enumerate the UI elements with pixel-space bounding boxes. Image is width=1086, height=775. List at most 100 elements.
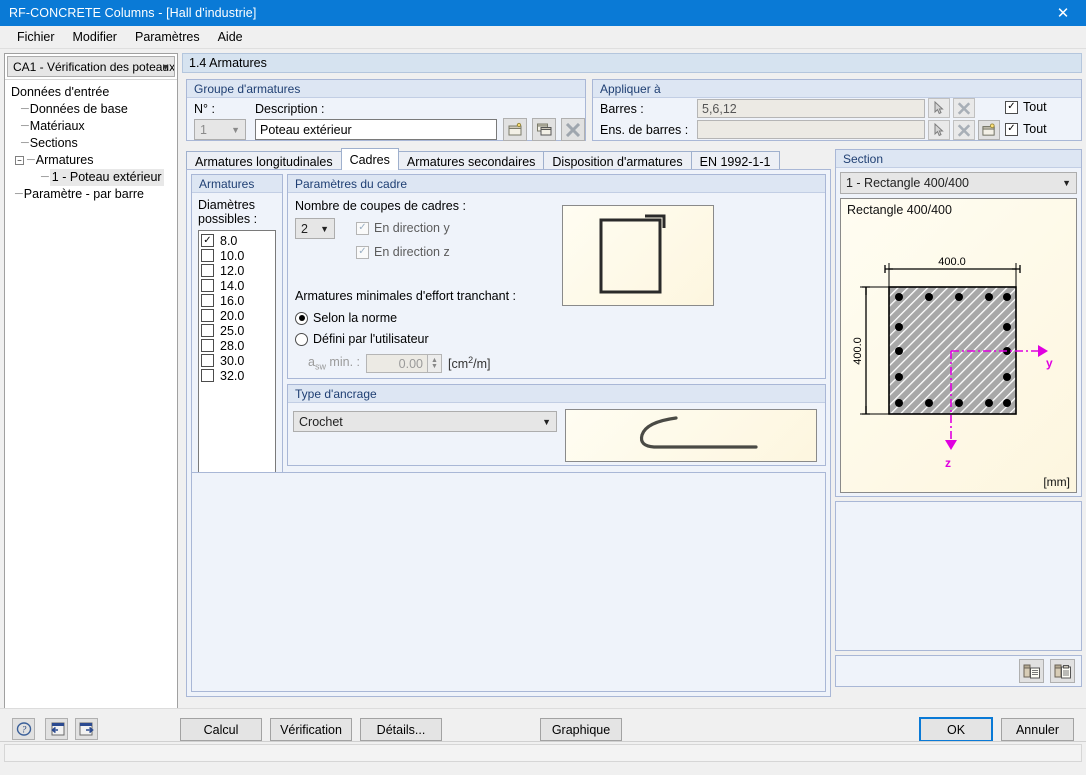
list-item[interactable]: 10.0 bbox=[199, 248, 275, 263]
navigator-case-value: CA1 - Vérification des poteaux bbox=[13, 59, 175, 74]
sidebar-item-sections[interactable]: ─ Sections bbox=[9, 135, 177, 152]
asw-value-input[interactable]: 0.00 bbox=[366, 354, 428, 373]
copy-icon[interactable] bbox=[532, 118, 556, 141]
copy-group-glyph bbox=[536, 123, 551, 136]
calcul-button[interactable]: Calcul bbox=[180, 718, 262, 741]
all-bar-sets-checkbox-row[interactable]: ✓ Tout bbox=[1005, 122, 1047, 136]
list-item[interactable]: 16.0 bbox=[199, 293, 275, 308]
tab-armatures-longitudinales[interactable]: Armatures longitudinales bbox=[186, 151, 342, 170]
radio-user-row[interactable]: Défini par l'utilisateur bbox=[295, 332, 429, 346]
clear-bar-sets-icon[interactable] bbox=[953, 120, 975, 140]
diameter-checkbox[interactable] bbox=[201, 249, 214, 262]
list-item[interactable]: 30.0 bbox=[199, 353, 275, 368]
details-button[interactable]: Détails... bbox=[360, 718, 442, 741]
bar-sets-label: Ens. de barres : bbox=[600, 123, 689, 137]
diameter-label: 25.0 bbox=[220, 323, 245, 338]
list-item[interactable]: 32.0 bbox=[199, 368, 275, 383]
radio-standard-row[interactable]: Selon la norme bbox=[295, 311, 397, 325]
next-glyph bbox=[79, 722, 94, 735]
diameter-checkbox[interactable] bbox=[201, 324, 214, 337]
direction-z-label: En direction z bbox=[374, 245, 450, 259]
clear-bars-icon[interactable] bbox=[953, 98, 975, 118]
list-item[interactable]: 25.0 bbox=[199, 323, 275, 338]
diameter-checkbox[interactable] bbox=[201, 354, 214, 367]
radio-user[interactable] bbox=[295, 332, 308, 346]
section-drawing[interactable]: Rectangle 400/400 [mm] 400.0 400.0 y z bbox=[840, 198, 1077, 493]
sidebar-item-parametre-par-barre[interactable]: ─ Paramètre - par barre bbox=[9, 186, 177, 203]
previous-icon[interactable] bbox=[45, 718, 68, 740]
cancel-button[interactable]: Annuler bbox=[1001, 718, 1074, 741]
anchorage-type-value: Crochet bbox=[299, 414, 343, 429]
anchorage-type-combo[interactable]: Crochet ▼ bbox=[293, 411, 557, 432]
list-item[interactable]: 14.0 bbox=[199, 278, 275, 293]
close-icon[interactable]: ✕ bbox=[1040, 0, 1086, 26]
menu-item-modifier[interactable]: Modifier bbox=[64, 27, 126, 47]
next-icon[interactable] bbox=[75, 718, 98, 740]
new-icon[interactable] bbox=[503, 118, 527, 141]
sidebar-item-donnees-de-base[interactable]: ─ Données de base bbox=[9, 101, 177, 118]
tab-label: Cadres bbox=[349, 153, 390, 167]
menu-item-fichier[interactable]: Fichier bbox=[8, 27, 64, 47]
description-input[interactable]: Poteau extérieur bbox=[255, 119, 497, 140]
diameter-label: 10.0 bbox=[220, 248, 245, 263]
bottom-bar: ? Calcul Vérification Détails... Graphiq… bbox=[0, 708, 1086, 763]
tree-item-label: Paramètre - par barre bbox=[23, 187, 144, 201]
pick-bars-icon[interactable] bbox=[928, 98, 950, 118]
section-group: Section 1 - Rectangle 400/400 ▼ Rectangl… bbox=[835, 149, 1082, 497]
tab-panel-cadres: Armatures Diamètres possibles : ✓ 8.0 10.… bbox=[186, 169, 831, 697]
list-item[interactable]: 28.0 bbox=[199, 338, 275, 353]
tab-armatures-secondaires[interactable]: Armatures secondaires bbox=[397, 151, 545, 170]
diameter-checkbox[interactable] bbox=[201, 264, 214, 277]
diameter-checkbox[interactable] bbox=[201, 294, 214, 307]
menu-item-aide[interactable]: Aide bbox=[209, 27, 252, 47]
tree-item-donnees-dentree[interactable]: Données d'entrée bbox=[9, 84, 177, 101]
help-icon[interactable]: ? bbox=[12, 718, 35, 740]
tab-en-1992-1-1[interactable]: EN 1992-1-1 bbox=[690, 151, 780, 170]
ok-button[interactable]: OK bbox=[919, 717, 993, 742]
new-bar-set-icon[interactable] bbox=[978, 120, 1000, 140]
bar-sets-input[interactable] bbox=[697, 120, 925, 139]
axis-z-label: z bbox=[945, 456, 951, 470]
sidebar-item-poteau-exterieur[interactable]: ─ 1 - Poteau extérieur bbox=[9, 169, 177, 186]
graphique-button[interactable]: Graphique bbox=[540, 718, 622, 741]
cursor-pick-glyph bbox=[934, 101, 944, 115]
list-item[interactable]: ✓ 8.0 bbox=[199, 233, 275, 248]
tab-disposition-darmatures[interactable]: Disposition d'armatures bbox=[543, 151, 692, 170]
tree-item-label: Matériaux bbox=[29, 119, 85, 133]
all-bars-checkbox-row[interactable]: ✓ Tout bbox=[1005, 100, 1047, 114]
sidebar-item-materiaux[interactable]: ─ Matériaux bbox=[9, 118, 177, 135]
list-item[interactable]: 20.0 bbox=[199, 308, 275, 323]
verification-button[interactable]: Vérification bbox=[270, 718, 352, 741]
pick-bar-sets-icon[interactable] bbox=[928, 120, 950, 140]
radio-standard[interactable] bbox=[295, 311, 308, 325]
bars-input[interactable]: 5,6,12 bbox=[697, 99, 925, 118]
paste-section-icon[interactable] bbox=[1050, 659, 1075, 683]
navigator-case-combo[interactable]: CA1 - Vérification des poteaux ▼ bbox=[7, 56, 175, 77]
delete-icon[interactable] bbox=[561, 118, 585, 141]
direction-y-row: ✓ En direction y bbox=[356, 221, 450, 235]
all-bars-checkbox[interactable]: ✓ bbox=[1005, 100, 1018, 114]
asw-stepper[interactable]: ▲ ▼ bbox=[428, 354, 442, 373]
copy-section-icon[interactable] bbox=[1019, 659, 1044, 683]
diameter-checkbox[interactable] bbox=[201, 339, 214, 352]
asw-min-row: asw min. : 0.00 ▲ ▼ [cm2/m] bbox=[308, 354, 491, 373]
content-panel: 1.4 Armatures Groupe d'armatures N° : De… bbox=[182, 53, 1082, 757]
asw-min-label: asw min. : bbox=[308, 355, 360, 372]
all-bar-sets-checkbox[interactable]: ✓ bbox=[1005, 122, 1018, 136]
apply-to-group-box: Appliquer à Barres : Ens. de barres : 5,… bbox=[592, 79, 1082, 141]
asw-spinner[interactable]: 0.00 ▲ ▼ bbox=[366, 354, 442, 373]
section-combo[interactable]: 1 - Rectangle 400/400 ▼ bbox=[840, 172, 1077, 194]
stepper-down-icon[interactable]: ▼ bbox=[431, 363, 438, 370]
diameter-checkbox[interactable] bbox=[201, 309, 214, 322]
diameter-checkbox[interactable] bbox=[201, 369, 214, 382]
sidebar-item-armatures[interactable]: − ─ Armatures bbox=[9, 152, 177, 169]
tab-cadres[interactable]: Cadres bbox=[340, 148, 399, 170]
cuts-combo[interactable]: 2 ▼ bbox=[295, 218, 335, 239]
group-number-combo[interactable]: 1 ▼ bbox=[194, 119, 246, 140]
cursor-pick-glyph bbox=[934, 123, 944, 137]
diameter-checkbox[interactable] bbox=[201, 279, 214, 292]
menu-item-parametres[interactable]: Paramètres bbox=[126, 27, 209, 47]
list-item[interactable]: 12.0 bbox=[199, 263, 275, 278]
collapse-icon[interactable]: − bbox=[15, 156, 24, 165]
diameter-checkbox[interactable]: ✓ bbox=[201, 234, 214, 247]
